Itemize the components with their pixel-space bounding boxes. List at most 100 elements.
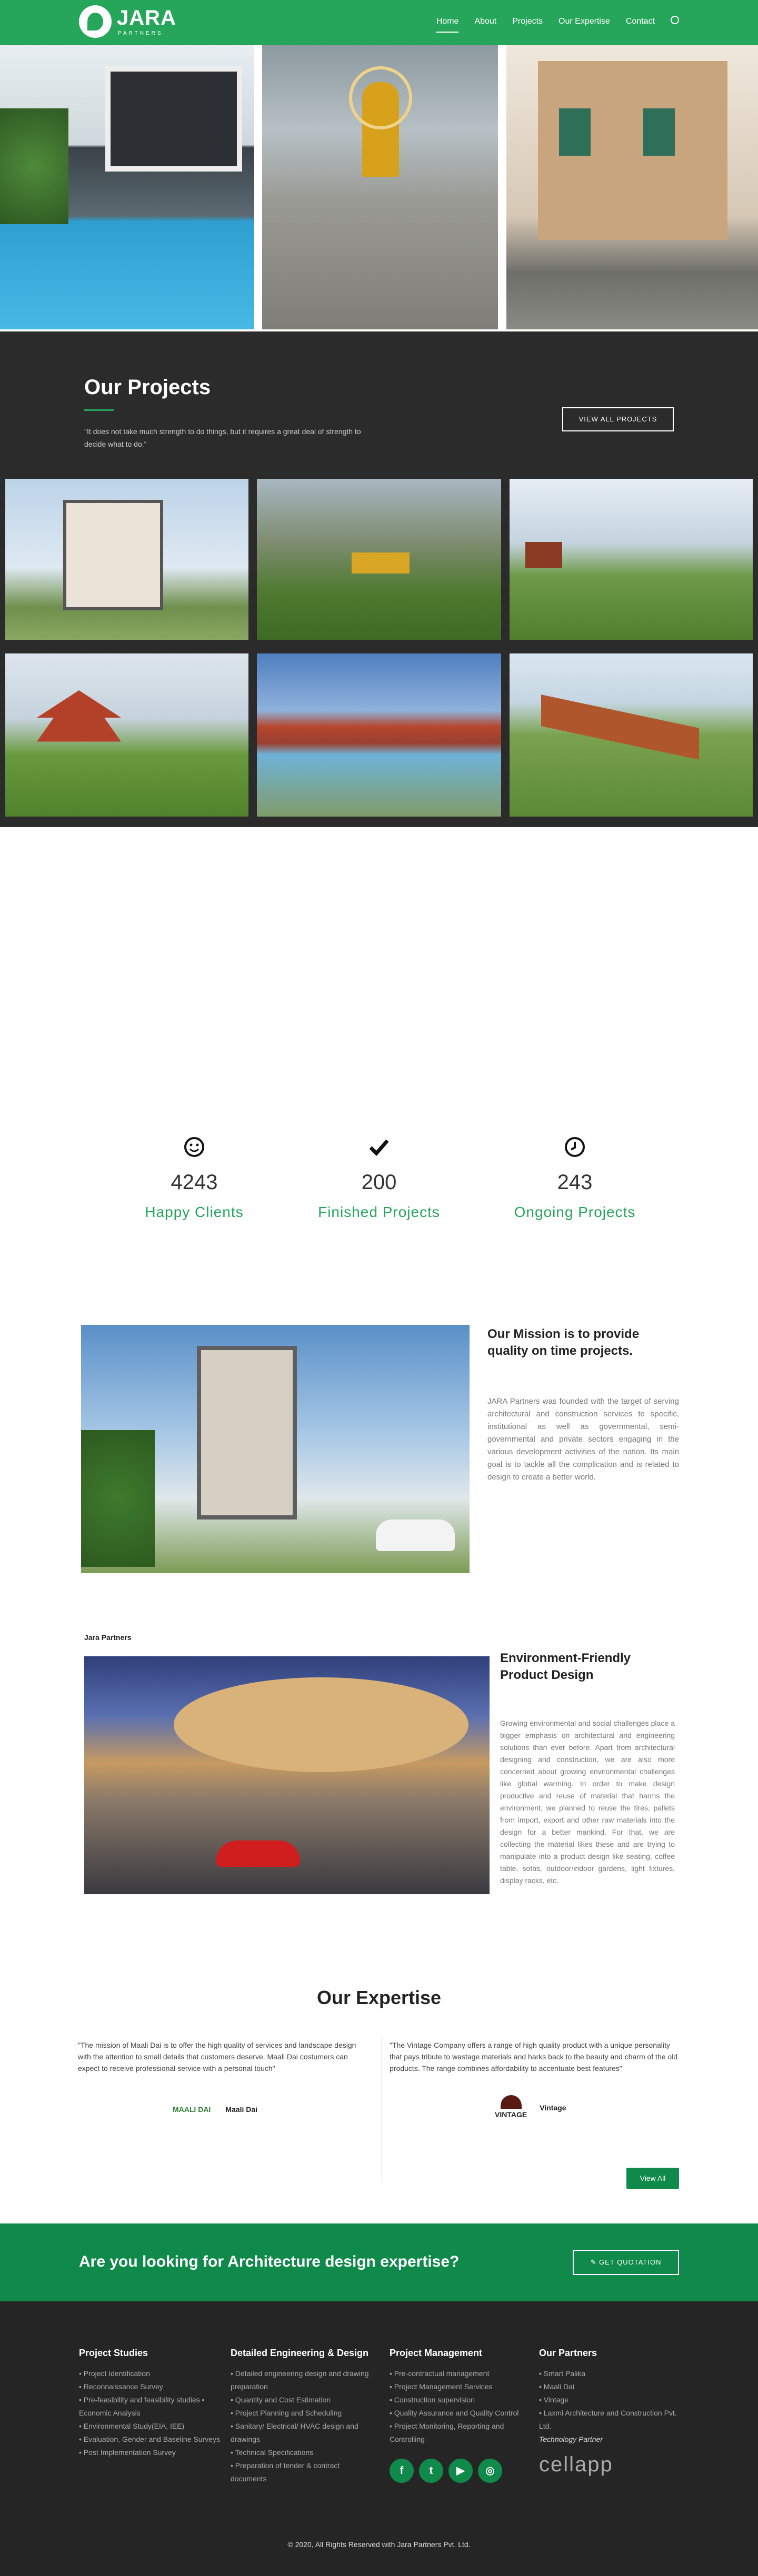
footer-link[interactable]: • Maali Dai [539, 2380, 679, 2393]
footer-link[interactable]: • Post Implementation Survey [79, 2446, 221, 2459]
clock-icon [565, 1137, 585, 1157]
view-all-projects-button[interactable]: VIEW ALL PROJECTS [562, 407, 674, 431]
footer-col-title: Project Studies [79, 2348, 148, 2358]
footer-link[interactable]: • Sanitary/ Electrical/ HVAC design and … [231, 2420, 373, 2446]
site-header: JARA PARTNERS Home About Projects Our Ex… [0, 0, 758, 45]
project-thumb-house[interactable] [5, 479, 248, 640]
nav-projects[interactable]: Projects [512, 17, 543, 33]
card-quote: "The mission of Maali Dai is to offer th… [78, 2041, 356, 2072]
footer-link[interactable]: • Pre-feasibility and feasibility studie… [79, 2393, 221, 2420]
counter-ongoing-projects: 243 Ongoing Projects [496, 1136, 654, 1221]
card-client-name: Vintage [540, 2104, 566, 2112]
youtube-icon[interactable]: ▶ [448, 2459, 473, 2483]
footer-link[interactable]: • Project Management Services [390, 2380, 532, 2393]
twitter-icon[interactable]: t [419, 2459, 443, 2483]
logo-subtext: PARTNERS [118, 31, 163, 36]
cellapp-logo[interactable]: cellapp [539, 2453, 679, 2477]
eco-image-caption: Jara Partners [84, 1633, 132, 1642]
project-thumb-pagoda[interactable] [5, 653, 248, 817]
footer-link[interactable]: • Project Monitoring, Reporting and Cont… [390, 2420, 532, 2446]
projects-title: Our Projects [84, 376, 211, 399]
footer-link[interactable]: • Vintage [539, 2393, 679, 2407]
projects-section: Our Projects "It does not take much stre… [0, 331, 758, 827]
project-thumb-resort[interactable] [257, 653, 501, 817]
nav-about[interactable]: About [474, 17, 496, 33]
footer-link[interactable]: • Reconnaissance Survey [79, 2380, 221, 2393]
footer-link[interactable]: • Project Planning and Scheduling [231, 2407, 373, 2420]
checkmark-icon [369, 1139, 389, 1156]
project-thumb-hill-park[interactable] [510, 479, 753, 640]
expertise-title: Our Expertise [316, 1987, 442, 2008]
mission-title: Our Mission is to provide quality on tim… [487, 1327, 640, 1358]
footer-col-title: Project Management [390, 2348, 483, 2358]
site-footer: Project Studies • Project Identification… [0, 2301, 758, 2576]
footer-link[interactable]: • Quality Assurance and Quality Control [390, 2407, 532, 2420]
footer-link[interactable]: • Project Identification [79, 2367, 221, 2380]
counter-label: Happy Clients [145, 1204, 244, 1220]
card-divider [381, 2036, 382, 2183]
eco-title: Environment-Friendly Product Design [500, 1651, 631, 1682]
view-all-expertise-button[interactable]: View All [626, 2168, 679, 2189]
cta-text: Are you looking for Architecture design … [79, 2253, 460, 2270]
nav-our-expertise[interactable]: Our Expertise [558, 17, 610, 33]
site-logo[interactable]: JARA PARTNERS [79, 4, 176, 41]
footer-link[interactable]: • Construction supervision [390, 2393, 532, 2407]
mission-building-image [81, 1325, 470, 1573]
facebook-icon[interactable]: f [390, 2459, 414, 2483]
tech-partner-label: Technology Partner [539, 2435, 603, 2443]
footer-link[interactable]: • Preparation of tender & contract docum… [231, 2459, 373, 2486]
hero-image-statue [262, 45, 498, 329]
footer-link[interactable]: • Evaluation, Gender and Baseline Survey… [79, 2433, 221, 2446]
quote-icon: ✎ [590, 2258, 600, 2266]
expertise-card-vintage: "The Vintage Company offers a range of h… [390, 2039, 679, 2120]
footer-col-partners: Our Partners • Smart Palika • Maali Dai … [539, 2348, 679, 2477]
counter-value: 200 [361, 1171, 397, 1194]
card-client-name: Maali Dai [225, 2105, 258, 2114]
logo-text: JARA [117, 6, 176, 29]
nav-home[interactable]: Home [436, 17, 459, 33]
project-thumb-temple-garden[interactable] [257, 479, 501, 640]
footer-link[interactable]: • Pre-contractual management [390, 2367, 532, 2380]
counter-label: Finished Projects [318, 1204, 440, 1220]
footer-link[interactable]: • Smart Palika [539, 2367, 679, 2380]
footer-col-title: Detailed Engineering & Design [231, 2348, 369, 2358]
footer-col-project-management: Project Management • Pre-contractual man… [390, 2348, 532, 2483]
copyright: © 2020, All Rights Reserved with Jara Pa… [287, 2540, 471, 2549]
vintage-logo-text: VINTAGE [495, 2110, 527, 2119]
counter-value: 4243 [171, 1171, 218, 1194]
get-quotation-button[interactable]: ✎ GET QUOTATION [573, 2250, 679, 2275]
counter-label: Ongoing Projects [514, 1204, 636, 1220]
eco-text: Growing environmental and social challen… [500, 1719, 675, 1885]
maali-dai-logo: MAALI DAI [173, 2105, 211, 2114]
footer-link[interactable]: • Laxmi Architecture and Construction Pv… [539, 2407, 679, 2433]
counter-value: 243 [557, 1171, 593, 1194]
counter-happy-clients: 4243 Happy Clients [115, 1136, 273, 1221]
counter-finished-projects: 200 Finished Projects [300, 1136, 458, 1221]
title-underline [84, 409, 114, 411]
footer-col-engineering-design: Detailed Engineering & Design • Detailed… [231, 2348, 373, 2486]
smiley-icon [184, 1137, 204, 1157]
expertise-card-maali-dai: "The mission of Maali Dai is to offer th… [78, 2039, 367, 2115]
footer-link[interactable]: • Environmental Study(EIA, IEE) [79, 2420, 221, 2433]
project-thumb-lodges[interactable] [510, 653, 753, 817]
eco-design-image [84, 1656, 490, 1894]
search-icon[interactable] [671, 16, 679, 24]
vintage-logo: VINTAGE [495, 2095, 527, 2120]
instagram-icon[interactable]: ◎ [478, 2459, 502, 2483]
card-quote: "The Vintage Company offers a range of h… [390, 2041, 678, 2072]
projects-quote: "It does not take much strength to do th… [84, 427, 361, 448]
main-nav: Home About Projects Our Expertise Contac… [436, 16, 679, 33]
logo-mark-icon [79, 5, 112, 38]
mission-text: JARA Partners was founded with the targe… [487, 1397, 679, 1482]
get-quotation-label: GET QUOTATION [599, 2258, 662, 2266]
social-links: f t ▶ ◎ [390, 2459, 532, 2483]
footer-link[interactable]: • Quantity and Cost Estimation [231, 2393, 373, 2407]
footer-link[interactable]: • Technical Specifications [231, 2446, 373, 2459]
footer-link[interactable]: • Detailed engineering design and drawin… [231, 2367, 373, 2393]
footer-col-project-studies: Project Studies • Project Identification… [79, 2348, 221, 2459]
hero-image-building [506, 45, 758, 329]
cta-banner: Are you looking for Architecture design … [0, 2223, 758, 2301]
nav-contact[interactable]: Contact [626, 17, 655, 33]
vintage-logo-mark-icon [500, 2095, 522, 2109]
hero-image-pool [0, 45, 254, 329]
